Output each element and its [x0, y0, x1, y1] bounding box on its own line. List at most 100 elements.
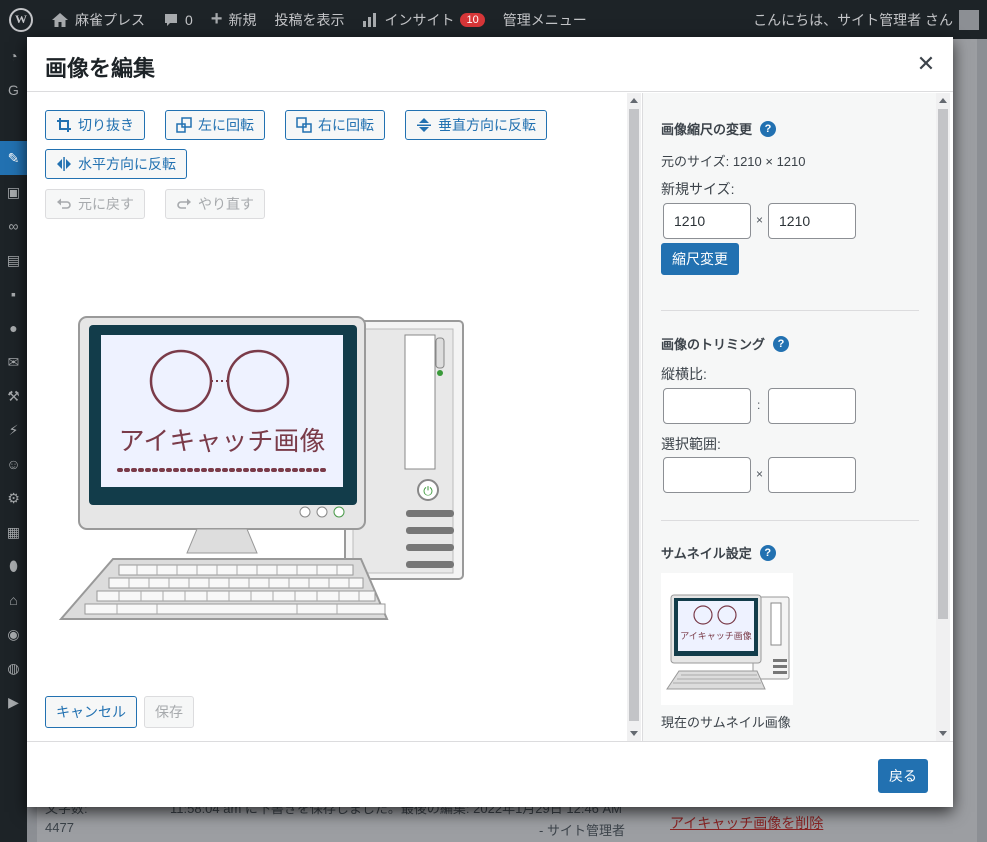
admin-menu-label: 管理メニュー	[502, 11, 587, 28]
modal-header: 画像を編集 ✕	[27, 37, 953, 92]
wordpress-logo-icon: W	[9, 7, 33, 32]
selection-width-input[interactable]	[663, 457, 751, 493]
home-icon	[52, 12, 68, 27]
aspect-ratio-separator: :	[757, 398, 761, 412]
users-icon[interactable]: ☺	[0, 447, 27, 481]
crop-section-title: 画像のトリミング ?	[661, 334, 790, 353]
play-icon[interactable]: ▶	[0, 685, 27, 719]
scroll-down-arrow-icon[interactable]	[630, 731, 638, 736]
help-icon[interactable]: ?	[773, 335, 790, 352]
media-icon[interactable]: ▣	[0, 175, 27, 209]
site-name: 麻雀プレス	[75, 11, 145, 28]
left-scroll-thumb[interactable]	[629, 109, 639, 721]
help-icon[interactable]: ?	[760, 120, 777, 137]
avatar	[959, 9, 979, 30]
mail-icon[interactable]: ✉	[0, 345, 27, 379]
comments-menu[interactable]: 0	[154, 0, 202, 39]
comments-count: 0	[185, 11, 193, 28]
modal-footer: 戻る	[27, 741, 953, 807]
selection-height-input[interactable]	[768, 457, 856, 493]
dashboard-icon[interactable]: ◔	[0, 39, 27, 73]
admin-menu-link[interactable]: 管理メニュー	[494, 0, 596, 39]
thumbnail-section-title: サムネイル設定 ?	[661, 543, 776, 562]
divider	[661, 310, 919, 311]
close-icon[interactable]: ✕	[913, 51, 939, 77]
appearance-icon[interactable]: ⚒	[0, 379, 27, 413]
image-edit-pane: 切り抜き 左に回転 右に回転 垂直方向に反転 水平方向に反転 元に戻す やり直す…	[27, 93, 627, 741]
greeting-text: こんにちは、サイト管理者 さん	[753, 11, 953, 28]
aspect-ratio-height-input[interactable]	[768, 388, 856, 424]
last-edit-author: - サイト管理者	[539, 823, 625, 838]
pages-icon[interactable]: ▤	[0, 243, 27, 277]
scroll-up-arrow-icon[interactable]	[630, 98, 638, 103]
globe-icon[interactable]: ◍	[0, 651, 27, 685]
rotate-right-button[interactable]: 右に回転	[285, 110, 385, 140]
google-icon[interactable]: G	[0, 73, 27, 107]
flip-vertical-label: 垂直方向に反転	[438, 117, 536, 133]
thumbnail-caption: アイキャッチ画像	[680, 630, 752, 642]
aspect-ratio-width-input[interactable]	[663, 388, 751, 424]
save-button[interactable]: 保存	[144, 696, 194, 728]
plugins-icon[interactable]: ⚡	[0, 413, 27, 447]
insights-menu[interactable]: インサイト 10	[353, 0, 493, 39]
plugin-icon[interactable]: ⬮	[0, 549, 27, 583]
circle-icon[interactable]: ●	[0, 311, 27, 345]
flip-horizontal-icon	[56, 156, 72, 172]
selection-times-sign: ×	[756, 467, 764, 481]
home-lock-icon[interactable]: ⌂	[0, 583, 27, 617]
view-post-label: 投稿を表示	[274, 11, 345, 28]
scroll-up-arrow-icon[interactable]	[939, 98, 947, 103]
flip-vertical-button[interactable]: 垂直方向に反転	[405, 110, 547, 140]
image-preview: ⏻ アイキャッチ画像	[58, 316, 464, 620]
flip-horizontal-button[interactable]: 水平方向に反転	[45, 149, 187, 179]
scale-times-sign: ×	[756, 213, 764, 227]
scale-section-title: 画像縮尺の変更 ?	[661, 119, 777, 138]
image-edit-modal: 画像を編集 ✕ 切り抜き 左に回転 右に回転 垂直方向に反転 水平方向に反転 元…	[27, 37, 953, 807]
crop-title: 画像のトリミング	[661, 337, 766, 352]
new-size-label: 新規サイズ:	[661, 181, 735, 197]
undo-icon	[56, 196, 72, 212]
admin-bar: W 麻雀プレス 0 + 新規 投稿を表示 インサイト 10 管理メニュー こんに…	[0, 0, 987, 39]
left-scrollbar[interactable]	[627, 93, 641, 741]
crop-label: 切り抜き	[78, 117, 134, 133]
right-scroll-thumb[interactable]	[938, 109, 948, 619]
cancel-label: キャンセル	[56, 704, 126, 720]
redo-button[interactable]: やり直す	[165, 189, 265, 219]
right-scrollbar[interactable]	[936, 93, 950, 741]
crop-icon	[56, 117, 72, 133]
rotate-right-icon	[296, 117, 312, 133]
flip-vertical-icon	[416, 117, 432, 133]
eye-icon[interactable]: ◉	[0, 617, 27, 651]
aspect-ratio-label: 縦横比:	[661, 366, 707, 382]
scroll-down-arrow-icon[interactable]	[939, 731, 947, 736]
preview-caption: アイキャッチ画像	[119, 427, 326, 457]
view-post-link[interactable]: 投稿を表示	[265, 0, 353, 39]
current-thumbnail-label: 現在のサムネイル画像	[661, 715, 791, 730]
divider	[661, 520, 919, 521]
thumbnail-title: サムネイル設定	[661, 546, 752, 561]
site-name-menu[interactable]: 麻雀プレス	[42, 0, 154, 39]
undo-button[interactable]: 元に戻す	[45, 189, 145, 219]
posts-pin-icon[interactable]: ✎	[0, 141, 27, 175]
scale-button[interactable]: 縮尺変更	[661, 243, 739, 275]
help-icon[interactable]: ?	[759, 544, 776, 561]
cancel-button[interactable]: キャンセル	[45, 696, 137, 728]
comments-icon[interactable]: ▪	[0, 277, 27, 311]
settings-icon[interactable]: ▦	[0, 515, 27, 549]
wordpress-logo-menu[interactable]: W	[0, 0, 42, 39]
thumbnail-image: アイキャッチ画像	[661, 573, 793, 705]
scale-button-label: 縮尺変更	[672, 251, 728, 267]
account-menu[interactable]: こんにちは、サイト管理者 さん	[753, 9, 987, 30]
plus-icon: +	[210, 8, 223, 30]
crop-button[interactable]: 切り抜き	[45, 110, 145, 140]
tools-icon[interactable]: ⚙	[0, 481, 27, 515]
links-icon[interactable]: ∞	[0, 209, 27, 243]
scale-width-input[interactable]: 1210	[663, 203, 751, 239]
new-content-menu[interactable]: + 新規	[202, 0, 266, 39]
admin-sidebar: ◔ G ✎ ▣ ∞ ▤ ▪ ● ✉ ⚒ ⚡ ☺ ⚙ ▦ ⬮ ⌂ ◉ ◍ ▶	[0, 39, 27, 842]
scale-height-input[interactable]: 1210	[768, 203, 856, 239]
back-button[interactable]: 戻る	[878, 759, 928, 793]
insights-badge: 10	[460, 12, 485, 27]
remove-featured-image-link[interactable]: アイキャッチ画像を削除	[670, 813, 823, 833]
rotate-left-button[interactable]: 左に回転	[165, 110, 265, 140]
